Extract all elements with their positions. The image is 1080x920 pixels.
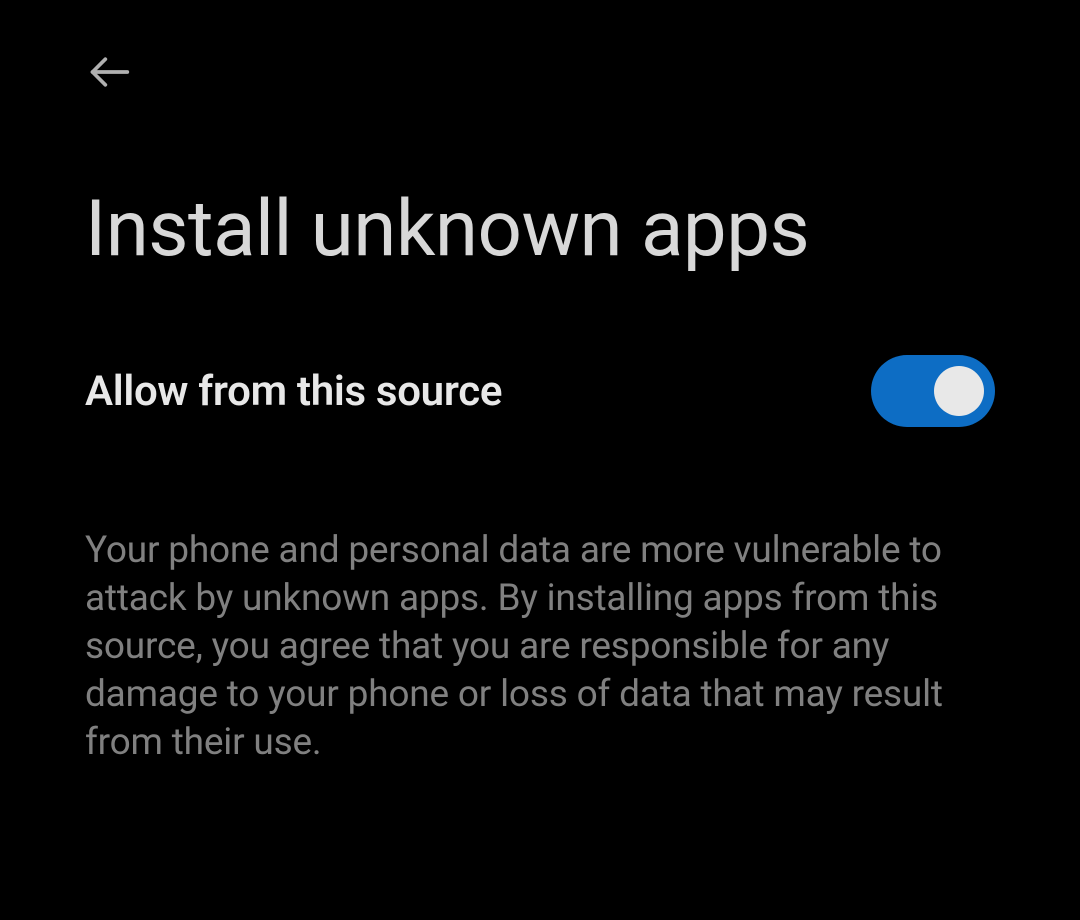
setting-allow-source[interactable]: Allow from this source bbox=[85, 355, 995, 427]
back-button[interactable] bbox=[85, 48, 133, 96]
header bbox=[85, 0, 995, 136]
back-arrow-icon bbox=[87, 50, 131, 94]
toggle-allow-source[interactable] bbox=[871, 355, 995, 427]
setting-label: Allow from this source bbox=[85, 367, 502, 416]
page-title: Install unknown apps bbox=[85, 184, 995, 275]
toggle-thumb bbox=[934, 366, 984, 416]
warning-text: Your phone and personal data are more vu… bbox=[85, 527, 995, 767]
